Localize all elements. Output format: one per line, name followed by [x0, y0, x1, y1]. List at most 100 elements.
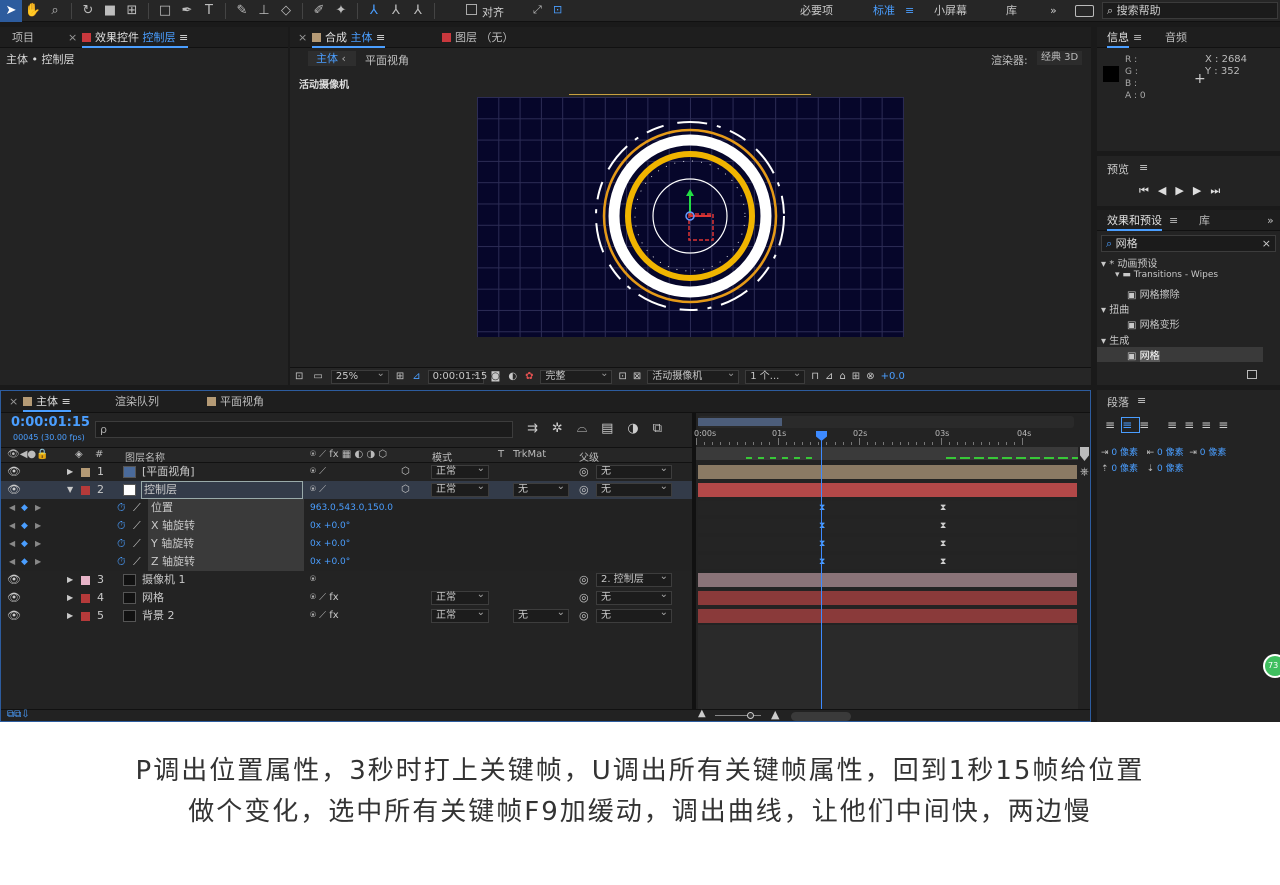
- effects-tree-item[interactable]: ▾ 扭曲: [1097, 301, 1263, 316]
- 3d-layer-icon[interactable]: ⬡: [401, 481, 410, 499]
- visibility-eye-icon[interactable]: 👁: [7, 481, 21, 499]
- shy-icon[interactable]: ⌓: [577, 421, 601, 436]
- tab-timeline-main[interactable]: 主体 ≡: [23, 391, 71, 412]
- timeline-layer-row[interactable]: 👁 ▶ 1 [平面视角] ⍟ ⟋ ⬡ 正常 ◎ 无: [1, 463, 692, 481]
- keyframe-nav-prev-icon[interactable]: ◀: [9, 499, 15, 517]
- keyframe-diamond-icon[interactable]: ◆: [21, 535, 28, 553]
- snapshot-icon[interactable]: ◙: [491, 371, 501, 382]
- timeline-timecode[interactable]: 0:00:01:15: [11, 415, 90, 430]
- zoom-in-icon[interactable]: ▲: [771, 708, 779, 721]
- space-after-value[interactable]: 0 像素: [1157, 464, 1184, 474]
- help-search-input[interactable]: ⌕ 搜索帮助: [1102, 2, 1278, 19]
- exposure-value[interactable]: +0.0: [881, 371, 905, 382]
- timeline-property-row[interactable]: ◀ ◆ ▶ ⏱ ⟋ X 轴旋转 0x +0.0°: [1, 517, 692, 535]
- parent-pickwhip-icon[interactable]: ◎: [579, 607, 589, 625]
- rectangle-tool-icon[interactable]: □: [154, 0, 176, 22]
- stopwatch-icon[interactable]: ⏱: [117, 517, 126, 535]
- tab-effects-presets[interactable]: 效果和预设: [1107, 210, 1162, 231]
- work-area-bar[interactable]: [698, 416, 1074, 428]
- frame-blend-icon[interactable]: ▤: [601, 421, 627, 436]
- flowchart-icon[interactable]: ⌂: [839, 371, 845, 382]
- transparency-grid-icon[interactable]: ⊠: [633, 371, 641, 382]
- hand-tool-icon[interactable]: ✋: [22, 0, 44, 22]
- keyframe-nav-prev-icon[interactable]: ◀: [9, 517, 15, 535]
- effects-tree-item[interactable]: ▣ 网格: [1097, 346, 1263, 362]
- view-axis-icon[interactable]: ⅄: [407, 0, 429, 22]
- align-right-icon[interactable]: ≡: [1139, 418, 1156, 432]
- selection-tool-icon[interactable]: ➤: [0, 0, 22, 22]
- snap-icon[interactable]: ⤢: [533, 3, 542, 17]
- eraser-tool-icon[interactable]: ◇: [275, 0, 297, 22]
- visibility-eye-icon[interactable]: 👁: [7, 589, 21, 607]
- keyframe-icon[interactable]: ⧗: [940, 504, 946, 513]
- tab-project[interactable]: 项目: [12, 27, 34, 48]
- layer-name[interactable]: [平面视角]: [142, 463, 195, 481]
- snap-options-icon[interactable]: ⊡: [553, 3, 562, 16]
- keyframe-diamond-icon[interactable]: ◆: [21, 517, 28, 535]
- timeline-property-row[interactable]: ◀ ◆ ▶ ⏱ ⟋ Z 轴旋转 0x +0.0°: [1, 553, 692, 571]
- parent-pickwhip-icon[interactable]: ◎: [579, 571, 589, 589]
- pen-tool-icon[interactable]: ✒: [176, 0, 198, 22]
- tab-library[interactable]: 库: [1199, 210, 1210, 231]
- comp-menu-icon[interactable]: ≡: [376, 31, 385, 44]
- preview-menu-icon[interactable]: ≡: [1139, 161, 1148, 174]
- property-value[interactable]: 0x +0.0°: [310, 517, 350, 535]
- effects-tree-item[interactable]: ▣ 网格擦除: [1097, 286, 1263, 301]
- graph-icon[interactable]: ⟋: [133, 499, 141, 517]
- parent-dropdown[interactable]: 无: [596, 589, 672, 605]
- floating-badge[interactable]: 73: [1263, 654, 1280, 678]
- keyframe-diamond-icon[interactable]: ◆: [21, 499, 28, 517]
- timeline-layer-row[interactable]: 👁 ▶ 5 背景 2 ⍟ ⟋ fx 正常 无 ◎ 无: [1, 607, 692, 625]
- subtab-flat-view[interactable]: 平面视角: [365, 52, 409, 68]
- align-center-icon[interactable]: ≡: [1121, 417, 1141, 433]
- text-tool-icon[interactable]: T: [198, 0, 220, 22]
- keyframe-nav-next-icon[interactable]: ▶: [35, 535, 41, 553]
- workspace-toggle-icon[interactable]: [1075, 5, 1094, 17]
- camera-tool-icon[interactable]: ■: [99, 0, 121, 22]
- stopwatch-icon[interactable]: ⏱: [117, 553, 126, 571]
- close-timeline-tab-icon[interactable]: ×: [9, 391, 18, 412]
- comp-flowchart-icon[interactable]: ⇉: [527, 421, 552, 436]
- region-icon[interactable]: ⊿: [412, 371, 420, 382]
- paragraph-menu-icon[interactable]: ≡: [1137, 394, 1146, 407]
- layer-mode-dropdown[interactable]: 正常: [431, 589, 489, 605]
- property-track[interactable]: ⧗ ⧗: [698, 537, 1077, 551]
- grid-icon[interactable]: ⊞: [852, 371, 860, 382]
- motion-blur-icon[interactable]: ◑: [627, 421, 652, 436]
- subtab-main[interactable]: 主体 ‹: [308, 51, 356, 66]
- time-ruler[interactable]: 0:00s 01s 02s 03s 04s: [694, 429, 1078, 445]
- indent-left-value[interactable]: 0 像素: [1111, 448, 1138, 458]
- parent-pickwhip-icon[interactable]: ◎: [579, 589, 589, 607]
- comp-timecode[interactable]: 0:00:01:15: [427, 368, 487, 384]
- fit-icon[interactable]: ⊞: [396, 371, 404, 382]
- keyframe-icon[interactable]: ⧗: [819, 522, 825, 531]
- effects-tree-item[interactable]: ▣ 网格变形: [1097, 316, 1263, 331]
- twirl-arrow-icon[interactable]: ▶: [67, 607, 73, 625]
- view-options-icon[interactable]: ⊓: [811, 371, 819, 382]
- space-before-value[interactable]: 0 像素: [1111, 464, 1138, 474]
- graph-icon[interactable]: ⟋: [133, 553, 141, 571]
- new-preset-icon[interactable]: [1247, 370, 1257, 379]
- layer-mode-dropdown[interactable]: 正常: [431, 607, 489, 623]
- parent-dropdown[interactable]: 无: [596, 463, 672, 479]
- keyframe-nav-prev-icon[interactable]: ◀: [9, 535, 15, 553]
- layer-label-swatch[interactable]: [81, 468, 90, 477]
- indent-right-value[interactable]: 0 像素: [1157, 448, 1184, 458]
- stopwatch-icon[interactable]: ⏱: [117, 499, 126, 517]
- stopwatch-icon[interactable]: ⏱: [117, 535, 126, 553]
- comp-end-marker-icon[interactable]: [1080, 447, 1089, 461]
- col-layer-name[interactable]: 图层名称: [125, 449, 165, 464]
- keyframe-nav-prev-icon[interactable]: ◀: [9, 553, 15, 571]
- puppet-tool-icon[interactable]: ✦: [330, 0, 352, 22]
- keyframe-nav-next-icon[interactable]: ▶: [35, 517, 41, 535]
- composition-canvas[interactable]: [477, 97, 904, 337]
- layer-duration-bar[interactable]: [698, 483, 1077, 497]
- roto-brush-tool-icon[interactable]: ✐: [308, 0, 330, 22]
- indent-first-value[interactable]: 0 像素: [1200, 448, 1227, 458]
- current-time-indicator[interactable]: [821, 431, 822, 709]
- tab-render-queue[interactable]: 渲染队列: [115, 391, 159, 412]
- clear-search-icon[interactable]: ×: [1262, 236, 1271, 251]
- more-icon[interactable]: »: [1267, 210, 1274, 231]
- layer-duration-bar[interactable]: [698, 591, 1077, 605]
- workspace-menu-icon[interactable]: ≡: [905, 0, 914, 22]
